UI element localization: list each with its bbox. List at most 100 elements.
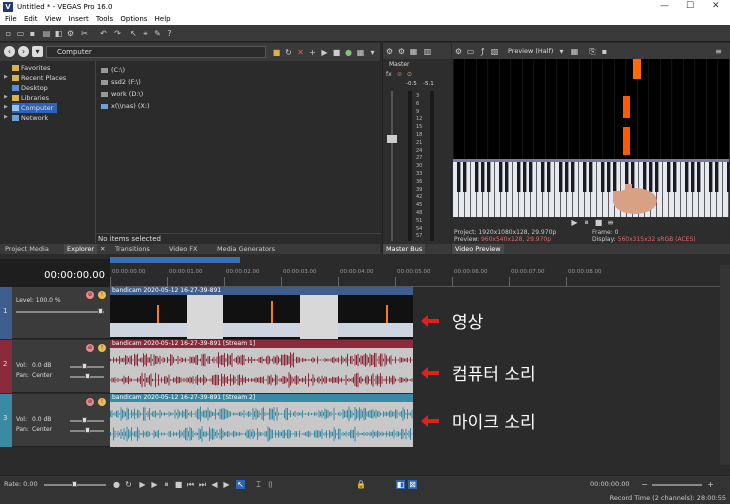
properties-icon[interactable]: ▤ <box>42 29 51 38</box>
tree-item-recent-places[interactable]: Recent Places <box>12 73 66 83</box>
refresh-icon[interactable]: ↻ <box>284 48 293 57</box>
solo-icon[interactable]: ! <box>98 398 106 406</box>
tree-item-desktop[interactable]: Desktop <box>12 83 48 93</box>
drive-item[interactable]: work (D:\) <box>101 89 143 99</box>
play-icon[interactable]: ▶ <box>150 480 159 489</box>
mute-icon[interactable]: ⊘ <box>86 291 94 299</box>
save-icon[interactable]: ▪ <box>28 29 37 38</box>
tree-item-favorites[interactable]: Favorites <box>12 63 50 73</box>
quality-dropdown-icon[interactable]: ▾ <box>557 47 566 56</box>
stop-preview-icon[interactable]: ■ <box>332 48 341 57</box>
solo-icon[interactable]: ! <box>98 344 106 352</box>
track-header-audio-2[interactable]: 3 ⊘ ! Vol: 0.0 dB Pan: Center <box>0 394 110 447</box>
menu-tools[interactable]: Tools <box>96 14 113 25</box>
tree-item-libraries[interactable]: Libraries <box>12 93 49 103</box>
menu-edit[interactable]: Edit <box>24 14 38 25</box>
master-mute-icon[interactable]: ⊘ <box>397 71 402 78</box>
envelope-tool-icon[interactable]: ✎ <box>153 29 162 38</box>
folder-icon[interactable]: ■ <box>272 48 281 57</box>
add-icon[interactable]: + <box>308 48 317 57</box>
level-slider[interactable] <box>16 311 104 313</box>
menu-file[interactable]: File <box>5 14 17 25</box>
track-lane-audio-2[interactable]: bandicam 2020-05-12 16-27-39-891 [Stream… <box>110 394 413 447</box>
split-icon[interactable]: ⌶ <box>254 480 263 489</box>
volume-slider-handle[interactable] <box>82 417 87 423</box>
history-dropdown-icon[interactable]: ▾ <box>32 46 43 57</box>
track-header-video[interactable]: 1 ⊘ ! Level: 100.0 % <box>0 287 110 339</box>
tab-transitions[interactable]: Transitions <box>112 244 153 254</box>
rate-slider-handle[interactable] <box>72 481 77 487</box>
prev-frame-icon[interactable]: ◀ <box>210 480 219 489</box>
menu-help[interactable]: Help <box>155 14 171 25</box>
expand-arrow-icon[interactable]: ▶ <box>4 114 8 120</box>
explorer-path-field[interactable]: Computer <box>46 46 266 58</box>
pan-slider-handle[interactable] <box>85 427 90 433</box>
pause-icon[interactable]: ⏸ <box>162 480 171 489</box>
redo-icon[interactable]: ↷ <box>113 29 122 38</box>
master-fader-handle[interactable] <box>387 135 397 143</box>
preview-play-icon[interactable]: ▶ <box>570 218 579 227</box>
trim-icon[interactable]: ⌷ <box>266 480 275 489</box>
preview-settings-icon[interactable]: ⚙ <box>454 47 463 56</box>
go-start-icon[interactable]: ⏮ <box>186 480 195 489</box>
zoom-out-icon[interactable]: − <box>640 480 649 489</box>
zoom-slider[interactable] <box>652 484 702 486</box>
expand-arrow-icon[interactable]: ▶ <box>4 104 8 110</box>
tab-video-preview[interactable]: Video Preview <box>452 244 504 254</box>
stop-icon[interactable]: ■ <box>174 480 183 489</box>
tab-media-generators[interactable]: Media Generators <box>214 244 278 254</box>
track-header-audio-1[interactable]: 2 ⊘ ! Vol: 0.0 dB Pan: Center <box>0 340 110 393</box>
view-icon[interactable]: ▦ <box>356 48 365 57</box>
downmix-icon[interactable]: ▥ <box>423 47 432 56</box>
delete-icon[interactable]: ✕ <box>296 48 305 57</box>
zoom-in-icon[interactable]: + <box>706 480 715 489</box>
drive-item[interactable]: ssd2 (F:\) <box>101 77 141 87</box>
time-ruler[interactable]: 00:00:00.00 00:00:01.00 00:00:02.00 00:00:0… <box>110 265 720 287</box>
tree-item-computer[interactable]: Computer <box>12 103 58 113</box>
auto-ripple-icon[interactable]: ⊠ <box>408 480 417 489</box>
forward-icon[interactable]: › <box>18 46 29 57</box>
normal-edit-tool-icon[interactable]: ↖ <box>236 480 245 489</box>
help-icon[interactable]: ? <box>165 29 174 38</box>
tree-item-network[interactable]: Network <box>12 113 48 123</box>
settings-icon[interactable]: ⚙ <box>66 29 75 38</box>
preview-quality-select[interactable]: Preview (Half) <box>508 47 553 55</box>
copy-snapshot-icon[interactable]: ⎘ <box>588 47 597 56</box>
menu-view[interactable]: View <box>45 14 62 25</box>
mute-icon[interactable]: ⊘ <box>86 344 94 352</box>
drive-item[interactable]: x(\\nas) (X:) <box>101 101 150 111</box>
expand-arrow-icon[interactable]: ▶ <box>4 74 8 80</box>
preview-pause-icon[interactable]: ⏸ <box>582 218 591 227</box>
preview-stop-icon[interactable]: ■ <box>594 218 603 227</box>
timeline-vertical-scrollbar[interactable] <box>720 265 730 465</box>
record-icon[interactable]: ● <box>112 480 121 489</box>
close-button[interactable]: ✕ <box>712 1 720 11</box>
menu-insert[interactable]: Insert <box>69 14 89 25</box>
loop-region-bar[interactable] <box>110 257 240 263</box>
edit-tool-icon[interactable]: ⌖ <box>141 29 150 38</box>
split-screen-icon[interactable]: ▧ <box>490 47 499 56</box>
volume-slider[interactable] <box>70 420 104 422</box>
pan-slider-handle[interactable] <box>85 373 90 379</box>
tab-video-fx[interactable]: Video FX <box>166 244 200 254</box>
master-solo-icon[interactable]: ⊙ <box>407 71 412 78</box>
track-lane-audio-1[interactable]: bandicam 2020-05-12 16-27-39-891 [Stream… <box>110 340 413 393</box>
bus-mute-icon[interactable]: ▦ <box>409 47 418 56</box>
new-project-icon[interactable]: ▫ <box>4 29 13 38</box>
master-fx-icon[interactable]: fx <box>386 71 392 78</box>
select-tool-icon[interactable]: ↖ <box>129 29 138 38</box>
tab-project-media[interactable]: Project Media <box>2 244 52 254</box>
bus-settings-icon[interactable]: ⚙ <box>385 47 394 56</box>
menu-options[interactable]: Options <box>120 14 147 25</box>
volume-slider[interactable] <box>70 366 104 368</box>
loop-icon[interactable]: ↻ <box>124 480 133 489</box>
close-tab-icon[interactable]: ✕ <box>100 244 105 254</box>
render-icon[interactable]: ◧ <box>54 29 63 38</box>
lock-icon[interactable]: 🔒 <box>356 480 366 489</box>
mute-icon[interactable]: ⊘ <box>86 398 94 406</box>
preview-fx-icon[interactable]: ƒ <box>478 47 487 56</box>
undo-icon[interactable]: ↶ <box>99 29 108 38</box>
expand-arrow-icon[interactable]: ▶ <box>4 94 8 100</box>
cut-icon[interactable]: ✂ <box>80 29 89 38</box>
level-slider-handle[interactable] <box>98 308 103 314</box>
